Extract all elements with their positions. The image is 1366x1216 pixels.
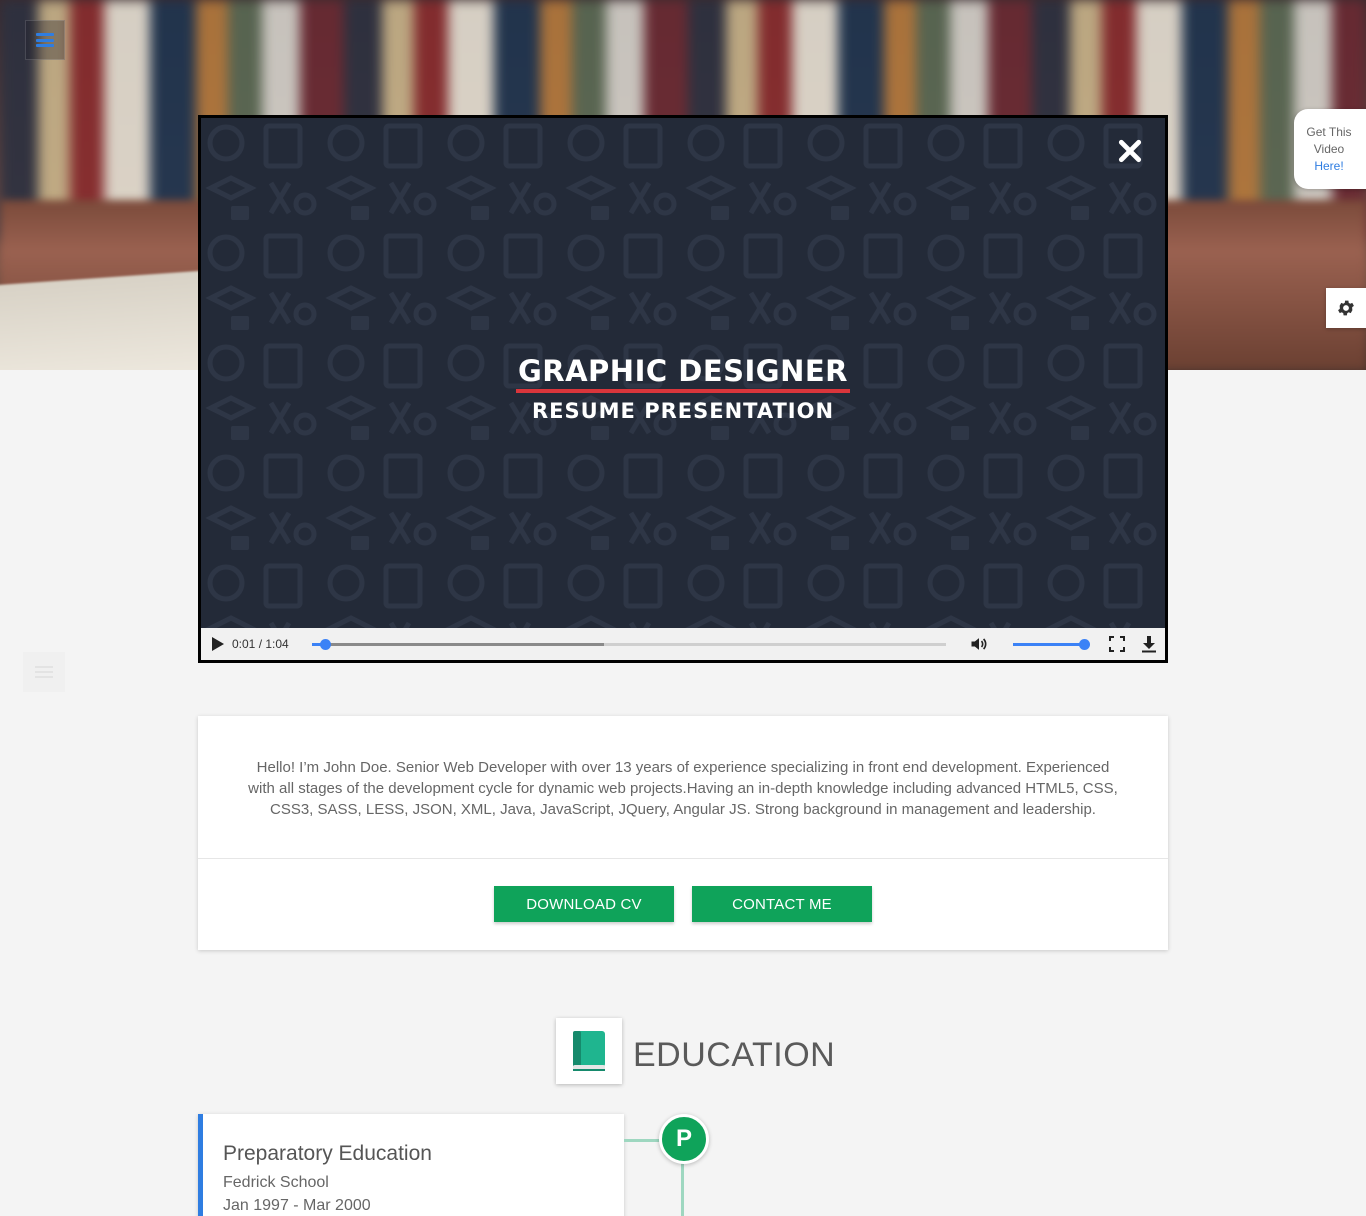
education-school: Fedrick School (223, 1174, 329, 1191)
video-time: 0:01 / 1:04 (232, 637, 289, 651)
about-text: Hello! I’m John Doe. Senior Web Develope… (198, 716, 1168, 859)
get-video-widget[interactable]: Get This Video Here! (1294, 109, 1366, 189)
video-player[interactable]: GRAPHIC DESIGNER RESUME PRESENTATION 0:0… (198, 115, 1168, 663)
buffer-bar (312, 643, 604, 646)
get-video-line2: Video (1313, 142, 1345, 156)
volume-thumb[interactable] (1079, 639, 1090, 650)
play-icon[interactable] (211, 636, 225, 652)
gear-icon (1338, 300, 1354, 316)
time-separator: / (255, 637, 266, 651)
hamburger-icon (36, 33, 54, 47)
hamburger-icon (35, 666, 53, 678)
video-title: GRAPHIC DESIGNER RESUME PRESENTATION (201, 354, 1165, 423)
close-icon[interactable] (1117, 138, 1143, 164)
video-title-line1: GRAPHIC DESIGNER (515, 354, 851, 393)
education-degree: Preparatory Education (223, 1142, 432, 1165)
time-current: 0:01 (232, 637, 256, 651)
timeline-line (681, 1162, 684, 1216)
education-card: Preparatory Education Fedrick School Jan… (198, 1114, 624, 1216)
get-video-link[interactable]: Here! (1294, 158, 1364, 175)
menu-button-faded[interactable] (23, 652, 65, 692)
time-total: 1:04 (265, 637, 289, 651)
timeline-marker: P (659, 1114, 709, 1164)
book-icon (573, 1031, 605, 1071)
education-icon-box (556, 1018, 622, 1084)
video-controls: 0:01 / 1:04 (201, 628, 1165, 660)
get-video-line1: Get This (1306, 125, 1352, 139)
volume-slider[interactable] (1013, 639, 1090, 650)
menu-button[interactable] (25, 20, 65, 60)
seek-bar[interactable] (312, 639, 946, 650)
volume-icon[interactable] (969, 634, 989, 654)
settings-button[interactable] (1326, 288, 1366, 328)
contact-me-button[interactable]: CONTACT ME (692, 886, 872, 922)
download-icon[interactable] (1141, 635, 1157, 653)
about-actions: DOWNLOAD CV CONTACT ME (198, 859, 1168, 922)
seek-thumb[interactable] (319, 639, 331, 650)
about-card: Hello! I’m John Doe. Senior Web Develope… (198, 716, 1168, 950)
download-cv-button[interactable]: DOWNLOAD CV (494, 886, 674, 922)
education-dates: Jan 1997 - Mar 2000 (223, 1197, 371, 1214)
timeline-connector (624, 1139, 662, 1142)
education-heading: EDUCATION (633, 1036, 836, 1074)
video-title-line2: RESUME PRESENTATION (531, 399, 835, 423)
fullscreen-icon[interactable] (1109, 636, 1125, 652)
video-frame[interactable]: GRAPHIC DESIGNER RESUME PRESENTATION (201, 118, 1165, 628)
